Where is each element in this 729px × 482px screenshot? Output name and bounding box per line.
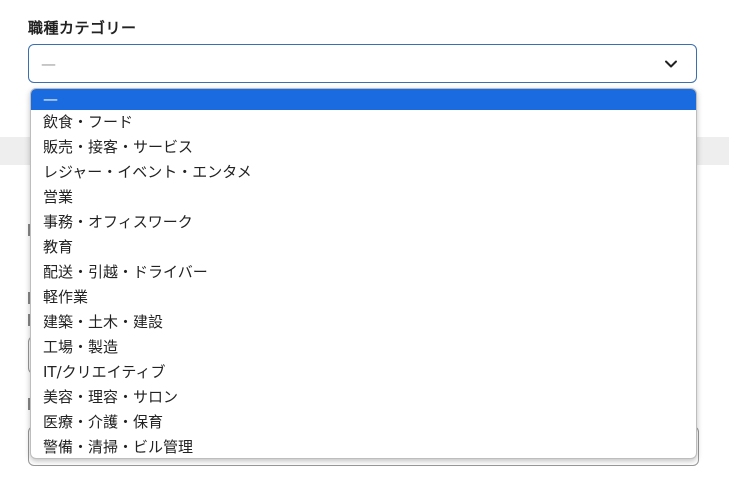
job-category-label: 職種カテゴリー — [28, 19, 137, 37]
dropdown-option[interactable]: 建築・土木・建設 — [31, 310, 696, 335]
dropdown-option[interactable]: 営業 — [31, 185, 696, 210]
page: 職種カテゴリー — — 飲食・フード 販売・接客・サービス レジャー・イベント・エンタ… — [0, 0, 729, 482]
dropdown-option[interactable]: 医療・介護・保育 — [31, 410, 696, 435]
dropdown-option[interactable]: 工場・製造 — [31, 335, 696, 360]
dropdown-option[interactable]: 美容・理容・サロン — [31, 385, 696, 410]
dropdown-option[interactable]: 販売・接客・サービス — [31, 135, 696, 160]
dropdown-option[interactable]: IT/クリエイティブ — [31, 360, 696, 385]
dropdown-option[interactable]: 警備・清掃・ビル管理 — [31, 435, 696, 458]
job-category-options-list[interactable]: — 飲食・フード 販売・接客・サービス レジャー・イベント・エンタメ 営業 事務・オフィス… — [30, 88, 697, 459]
dropdown-option[interactable]: 事務・オフィスワーク — [31, 210, 696, 235]
chevron-down-icon — [665, 60, 677, 68]
dropdown-option[interactable]: 配送・引越・ドライバー — [31, 260, 696, 285]
job-category-select[interactable]: — — [28, 44, 697, 83]
dropdown-option[interactable]: 飲食・フード — [31, 110, 696, 135]
select-current-value: — — [41, 55, 56, 73]
dropdown-option[interactable]: 教育 — [31, 235, 696, 260]
dropdown-option[interactable]: 軽作業 — [31, 285, 696, 310]
dropdown-option[interactable]: レジャー・イベント・エンタメ — [31, 160, 696, 185]
dropdown-option[interactable]: — — [31, 89, 696, 110]
